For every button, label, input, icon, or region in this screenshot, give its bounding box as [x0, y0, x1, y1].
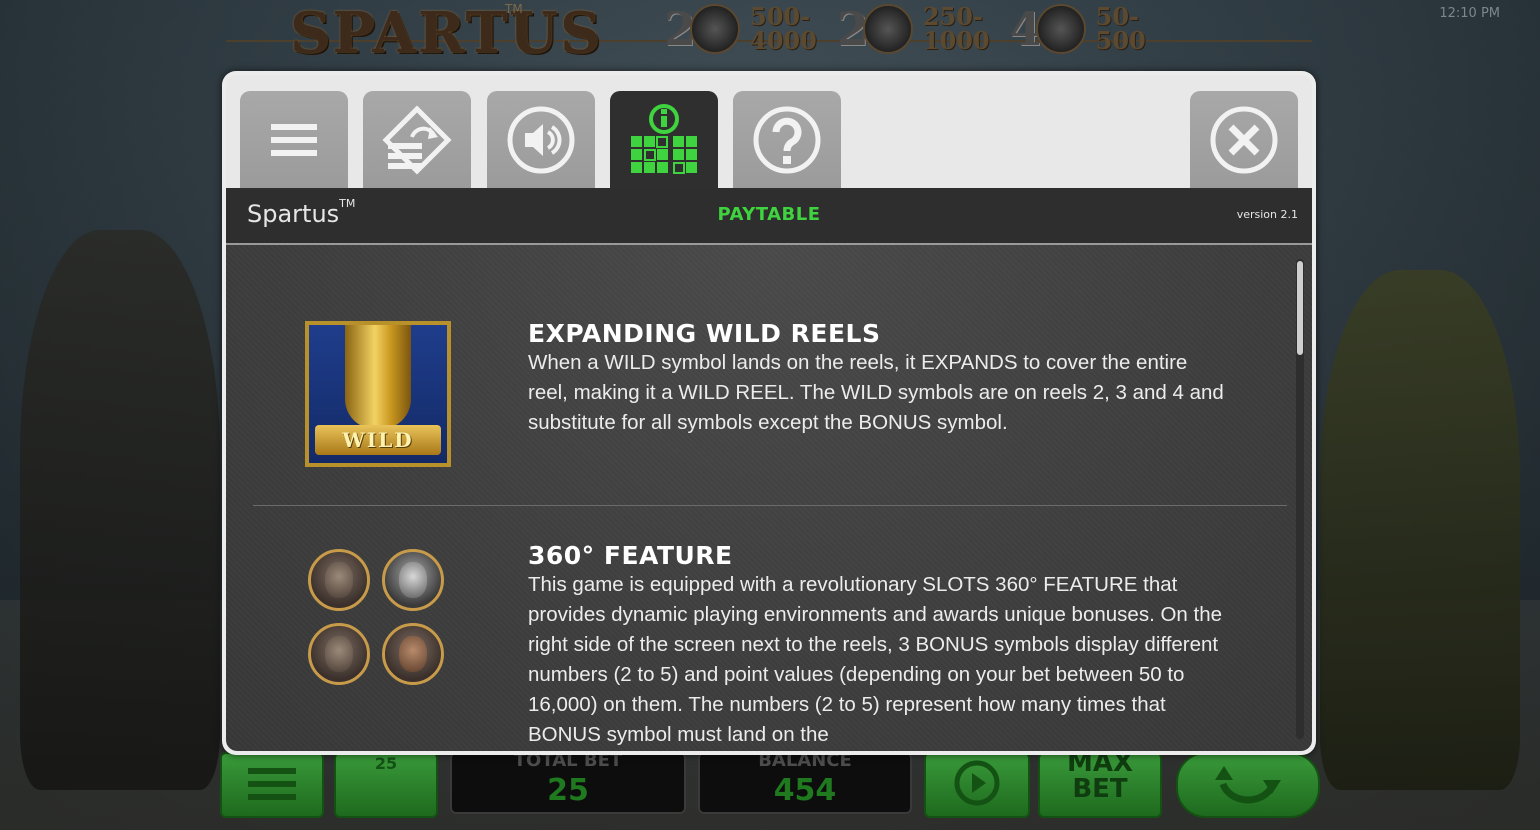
max-bet-button[interactable]: MAX BET	[1038, 750, 1162, 818]
speaker-icon	[507, 106, 575, 174]
horse-head-icon	[1035, 4, 1086, 54]
section-title: PAYTABLE	[717, 204, 821, 225]
bonus-coin-mask-icon	[382, 549, 444, 611]
section-heading: EXPANDING WILD REELS	[528, 319, 881, 348]
tab-paytable[interactable]	[610, 91, 718, 189]
bonus-coin-helmet-icon	[308, 549, 370, 611]
modal-header: SpartusTM PAYTABLE version 2.1	[226, 188, 1312, 245]
tab-menu[interactable]	[240, 91, 348, 189]
warrior-face-icon	[862, 4, 913, 54]
play-icon	[954, 760, 1000, 806]
hamburger-icon	[271, 124, 317, 156]
jackpot-range: 500- 4000	[750, 2, 817, 55]
bonus-coin-warrior-icon	[382, 623, 444, 685]
balance-panel: BALANCE 454	[698, 750, 912, 814]
section-body: This game is equipped with a revolutiona…	[528, 573, 1222, 746]
balance-value: 454	[773, 773, 837, 808]
section-heading: 360° FEATURE	[528, 541, 733, 570]
menu-button-bottom[interactable]	[220, 752, 324, 818]
paytable-modal: SpartusTM PAYTABLE version 2.1 WILD EXPA…	[222, 71, 1316, 755]
jackpot-range: 250- 1000	[922, 2, 990, 55]
spin-button[interactable]	[1176, 752, 1320, 818]
close-circle-icon	[1210, 106, 1278, 174]
section-body: When a WILD symbol lands on the reels, i…	[528, 351, 1224, 434]
lines-button[interactable]: 25	[334, 752, 438, 818]
question-icon	[753, 106, 821, 174]
total-bet-panel: TOTAL BET 25	[450, 750, 686, 814]
autoplay-stack-icon	[382, 105, 452, 175]
hamburger-icon	[248, 768, 296, 800]
paytable-content[interactable]: WILD EXPANDING WILD REELS When a WILD sy…	[226, 245, 1312, 751]
jackpot-warrior: 2 250- 1000	[837, 2, 990, 56]
modal-inner: SpartusTM PAYTABLE version 2.1 WILD EXPA…	[226, 75, 1312, 751]
version-label: version 2.1	[1236, 208, 1298, 221]
tab-help[interactable]	[733, 91, 841, 189]
total-bet-value: 25	[547, 773, 589, 808]
spin-icon	[1215, 766, 1281, 804]
paytable-info-icon	[631, 104, 697, 174]
play-button[interactable]	[924, 752, 1030, 818]
section-360-feature: 360° FEATURE This game is equipped with …	[226, 507, 1296, 751]
tab-sound[interactable]	[487, 91, 595, 189]
bonus-jackpot-row: 2 500- 4000 2 250- 1000 4 50- 500	[664, 2, 1160, 56]
section-divider	[253, 505, 1287, 506]
jackpot-horse: 4 50- 500	[1010, 2, 1146, 56]
wild-label: WILD	[315, 425, 441, 455]
game-logo-tm: TM	[505, 2, 523, 16]
bonus-coin-horse-icon	[308, 623, 370, 685]
jackpot-helmet: 2 500- 4000	[664, 2, 817, 56]
game-logo: SPARTUS	[290, 0, 603, 66]
background-warrior-right	[1320, 270, 1520, 790]
jackpot-range: 50- 500	[1095, 2, 1146, 55]
wild-symbol-image: WILD	[305, 321, 451, 467]
spartan-helmet-icon	[690, 4, 741, 54]
close-button[interactable]	[1190, 91, 1298, 189]
tab-autoplay[interactable]	[363, 91, 471, 189]
scrollbar-thumb[interactable]	[1297, 261, 1303, 355]
lines-value: 25	[374, 754, 398, 773]
scrollbar[interactable]	[1296, 259, 1304, 739]
background-warrior-left	[20, 230, 220, 790]
max-bet-bottom: BET	[1072, 774, 1128, 804]
golden-horse-icon	[345, 325, 411, 429]
section-expanding-wild: WILD EXPANDING WILD REELS When a WILD sy…	[226, 245, 1296, 505]
status-clock: 12:10 PM	[1439, 6, 1500, 21]
